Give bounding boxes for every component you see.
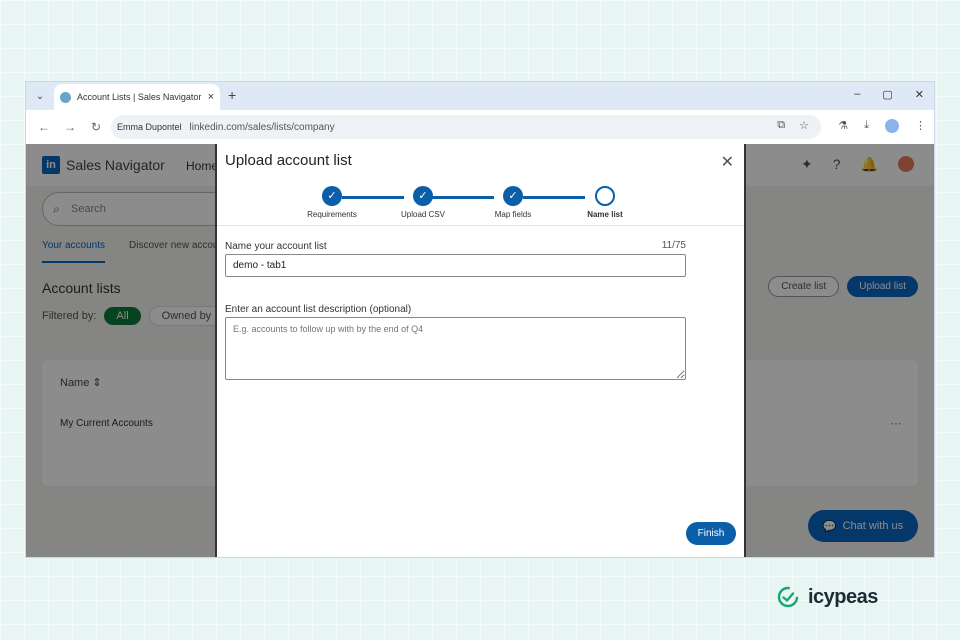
tab-title: Account Lists | Sales Navigator xyxy=(77,92,202,102)
window-controls: – ▢ ✕ xyxy=(854,88,924,101)
toolbar-icons: ⚗ ⤓ ⋮ xyxy=(838,119,926,133)
favicon-icon xyxy=(60,91,71,103)
name-field-label: Name your account list xyxy=(225,241,327,252)
new-tab-button[interactable]: + xyxy=(228,87,236,103)
reload-icon[interactable]: ↻ xyxy=(88,120,104,134)
step-upload-csv: ✓ Upload CSV xyxy=(383,186,463,219)
download-icon[interactable]: ⤓ xyxy=(864,119,869,133)
icypeas-mark-icon xyxy=(777,586,799,608)
address-bar: ← → ↻ Emma Dupontel linkedin.com/sales/l… xyxy=(26,110,934,144)
browser-window: ⌄ Account Lists | Sales Navigator × + – … xyxy=(25,81,935,558)
finish-button[interactable]: Finish xyxy=(686,522,736,545)
minimize-button[interactable]: – xyxy=(854,88,860,101)
icypeas-logo: icypeas xyxy=(776,585,878,609)
restore-button[interactable]: ▢ xyxy=(882,88,892,101)
icypeas-wordmark: icypeas xyxy=(808,585,878,608)
kebab-menu-icon[interactable]: ⋮ xyxy=(915,119,926,133)
tab-bar: ⌄ Account Lists | Sales Navigator × + – … xyxy=(26,82,934,110)
step-label: Map fields xyxy=(494,210,532,219)
upload-account-list-modal: Upload account list ✕ ✓ Requirements ✓ U… xyxy=(215,144,746,557)
browser-tab[interactable]: Account Lists | Sales Navigator × xyxy=(54,84,220,110)
close-icon[interactable]: ✕ xyxy=(721,152,734,172)
step-name-list: Name list xyxy=(565,186,645,219)
close-window-button[interactable]: ✕ xyxy=(915,88,924,101)
step-label: Requirements xyxy=(307,210,357,219)
check-icon: ✓ xyxy=(503,186,523,206)
back-icon[interactable]: ← xyxy=(36,120,52,134)
character-counter: 11/75 xyxy=(661,240,686,251)
bookmark-star-icon[interactable]: ☆ xyxy=(799,119,809,132)
empty-circle-icon xyxy=(595,186,615,206)
step-requirements: ✓ Requirements xyxy=(292,186,372,219)
tab-search-icon[interactable]: ⌄ xyxy=(32,89,48,105)
description-field-label: Enter an account list description (optio… xyxy=(225,304,412,315)
omnibox[interactable]: Emma Dupontel linkedin.com/sales/lists/c… xyxy=(111,115,821,139)
check-icon: ✓ xyxy=(322,186,342,206)
tab-close-icon[interactable]: × xyxy=(208,91,214,103)
modal-title: Upload account list xyxy=(225,152,352,169)
step-label: Upload CSV xyxy=(400,210,446,219)
step-map-fields: ✓ Map fields xyxy=(473,186,553,219)
omnibox-icons: ⧉ ☆ xyxy=(777,119,809,132)
site-info-chip[interactable]: Emma Dupontel xyxy=(117,122,182,132)
translate-icon[interactable]: ⧉ xyxy=(777,119,785,132)
list-name-input[interactable]: demo - tab1 xyxy=(225,254,686,277)
forward-icon[interactable]: → xyxy=(62,120,78,134)
url-text[interactable]: linkedin.com/sales/lists/company xyxy=(190,122,335,133)
check-icon: ✓ xyxy=(413,186,433,206)
progress-stepper: ✓ Requirements ✓ Upload CSV ✓ Map fields… xyxy=(217,184,744,226)
labs-flask-icon[interactable]: ⚗ xyxy=(838,119,848,133)
step-label: Name list xyxy=(587,210,623,219)
description-textarea[interactable] xyxy=(225,317,686,380)
profile-avatar-icon[interactable] xyxy=(885,119,899,133)
